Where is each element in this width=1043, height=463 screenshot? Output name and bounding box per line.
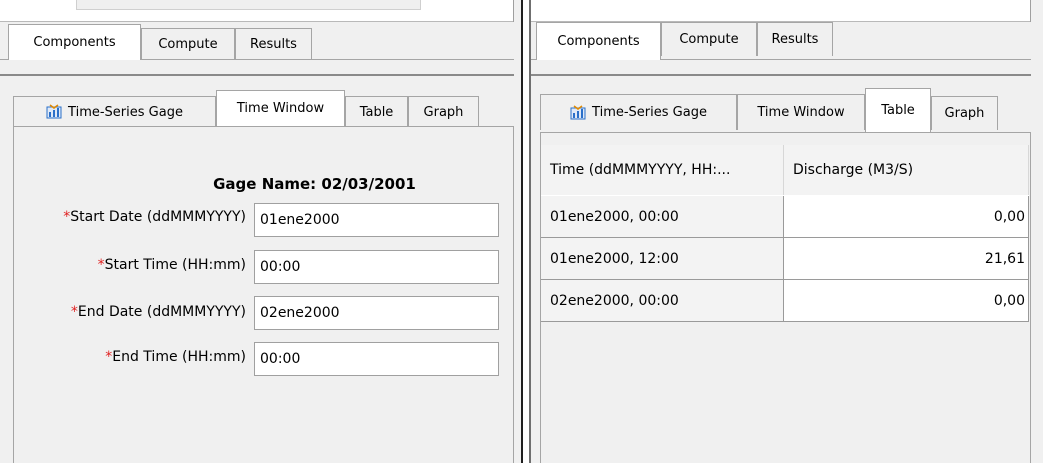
tab-components[interactable]: Components bbox=[8, 24, 141, 60]
tab-graph[interactable]: Graph bbox=[931, 96, 998, 130]
tab-compute[interactable]: Compute bbox=[141, 28, 235, 59]
top-tab-row-right: Components Compute Results bbox=[531, 22, 1031, 60]
tab-table[interactable]: Table bbox=[865, 88, 931, 132]
end-date-label: *End Date (ddMMMYYYY) bbox=[70, 304, 246, 320]
start-date-label: *Start Date (ddMMMYYYY) bbox=[63, 209, 246, 225]
tab-results[interactable]: Results bbox=[757, 22, 833, 56]
sub-tab-row-right: Time-Series Gage Time Window Table Graph bbox=[531, 88, 1031, 132]
start-date-input[interactable] bbox=[254, 203, 499, 237]
tab-time-window[interactable]: Time Window bbox=[737, 94, 865, 130]
end-time-input[interactable] bbox=[254, 342, 499, 376]
tab-compute[interactable]: Compute bbox=[661, 22, 757, 56]
tab-time-series-gage[interactable]: Time-Series Gage bbox=[540, 94, 737, 130]
table-cell-time[interactable]: 01ene2000, 12:00 bbox=[541, 238, 784, 280]
left-pane: Components Compute Results Time-Series G… bbox=[0, 0, 521, 463]
table-cell-discharge[interactable]: 0,00 bbox=[784, 280, 1029, 322]
tab-time-window[interactable]: Time Window bbox=[216, 90, 345, 126]
results-table[interactable]: Time (ddMMMYYYY, HH:... Discharge (M3/S)… bbox=[541, 145, 1029, 322]
components-area-top-right bbox=[531, 0, 1031, 22]
split-pane-divider[interactable] bbox=[521, 0, 531, 463]
table-panel: Time (ddMMMYYYY, HH:... Discharge (M3/S)… bbox=[540, 132, 1031, 463]
table-cell-time[interactable]: 02ene2000, 00:00 bbox=[541, 280, 784, 322]
components-area-top bbox=[0, 0, 514, 22]
end-date-input[interactable] bbox=[254, 296, 499, 330]
scroll-area-bar bbox=[76, 0, 421, 10]
top-tab-row: Components Compute Results bbox=[0, 24, 514, 60]
tab-time-series-gage[interactable]: Time-Series Gage bbox=[13, 96, 216, 127]
end-time-label: *End Time (HH:mm) bbox=[105, 349, 246, 365]
table-cell-time[interactable]: 01ene2000, 00:00 bbox=[541, 196, 784, 238]
table-cell-discharge[interactable]: 21,61 bbox=[784, 238, 1029, 280]
tab-results[interactable]: Results bbox=[235, 28, 312, 59]
column-header-time[interactable]: Time (ddMMMYYYY, HH:... bbox=[541, 145, 784, 195]
sub-tab-row: Time-Series Gage Time Window Table Graph bbox=[0, 90, 514, 127]
tab-table[interactable]: Table bbox=[345, 96, 408, 127]
time-window-panel: Gage Name: 02/03/2001 *Start Date (ddMMM… bbox=[13, 126, 514, 463]
right-pane: Components Compute Results Time-Series G… bbox=[531, 0, 1043, 463]
gage-icon bbox=[46, 104, 62, 120]
table-cell-discharge[interactable]: 0,00 bbox=[784, 196, 1029, 238]
column-header-discharge[interactable]: Discharge (M3/S) bbox=[784, 145, 1029, 195]
tab-components[interactable]: Components bbox=[536, 22, 661, 60]
start-time-label: *Start Time (HH:mm) bbox=[97, 257, 246, 273]
start-time-input[interactable] bbox=[254, 250, 499, 284]
tab-graph[interactable]: Graph bbox=[408, 96, 479, 127]
gage-icon bbox=[570, 104, 586, 121]
gage-name-title: Gage Name: 02/03/2001 bbox=[213, 175, 416, 193]
